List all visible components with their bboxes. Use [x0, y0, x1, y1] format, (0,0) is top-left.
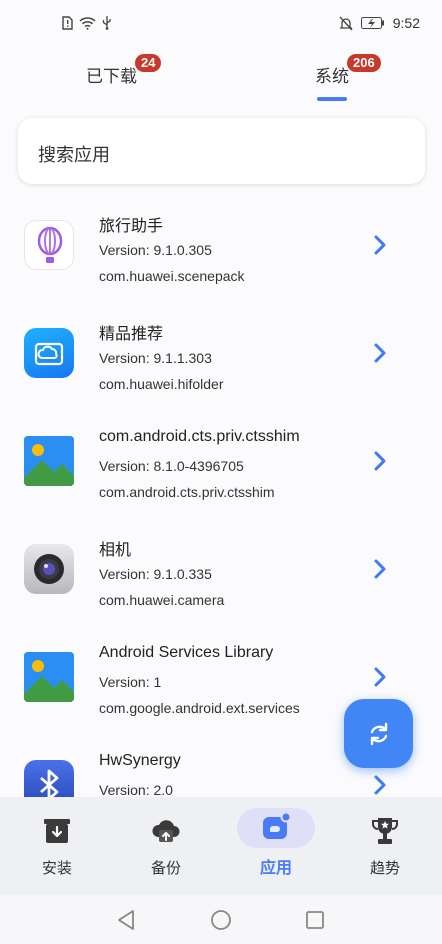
- cloud-backup-icon: [152, 820, 180, 842]
- app-name: HwSynergy: [99, 752, 181, 769]
- list-item[interactable]: 旅行助手 Version: 9.1.0.305 com.huawei.scene…: [0, 200, 442, 308]
- nav-backup[interactable]: 备份: [111, 797, 221, 895]
- nav-install[interactable]: 安装: [2, 797, 112, 895]
- trophy-icon: [372, 818, 398, 844]
- app-version: Version: 9.1.1.303: [99, 350, 212, 366]
- nav-apps[interactable]: 应用: [221, 797, 331, 895]
- tab-downloaded[interactable]: 已下载 24: [86, 54, 162, 87]
- app-package: com.huawei.camera: [99, 592, 225, 608]
- back-icon[interactable]: [116, 909, 136, 931]
- camera-icon: [24, 544, 74, 594]
- clock: 9:52: [392, 15, 420, 31]
- app-version: Version: 1: [99, 674, 162, 690]
- active-tab-indicator: [317, 97, 347, 101]
- chevron-right-icon[interactable]: [370, 234, 390, 256]
- status-bar: 9:52: [0, 0, 442, 50]
- list-item[interactable]: com.android.cts.priv.ctsshim Version: 8.…: [0, 416, 442, 524]
- app-package: com.huawei.hifolder: [99, 376, 224, 392]
- sim-alert-icon: [62, 16, 73, 30]
- app-name: 旅行助手: [99, 218, 164, 235]
- balloon-icon: [24, 220, 74, 270]
- list-item[interactable]: 精品推荐 Version: 9.1.1.303 com.huawei.hifol…: [0, 308, 442, 416]
- apps-icon: [263, 811, 292, 839]
- bluetooth-icon: [24, 760, 74, 797]
- nav-label: 趋势: [369, 860, 400, 877]
- app-version: Version: 8.1.0-4396705: [99, 458, 244, 474]
- chevron-right-icon[interactable]: [370, 558, 390, 580]
- app-version: Version: 9.1.0.305: [99, 242, 212, 258]
- count-badge: 24: [135, 54, 162, 72]
- refresh-button[interactable]: [344, 699, 413, 768]
- recents-icon[interactable]: [305, 910, 325, 930]
- app-name: 精品推荐: [99, 326, 164, 343]
- landscape-icon: [24, 652, 74, 702]
- search-placeholder: 搜索应用: [38, 145, 110, 165]
- tab-bar: 已下载 24 系统 206: [0, 52, 442, 102]
- app-name: Android Services Library: [99, 644, 274, 661]
- app-package: com.huawei.scenepack: [99, 268, 245, 284]
- cloud-folder-icon: [24, 328, 74, 378]
- chevron-right-icon[interactable]: [370, 342, 390, 364]
- app-version: Version: 9.1.0.335: [99, 566, 212, 582]
- chevron-right-icon[interactable]: [370, 450, 390, 472]
- tab-label: 已下载: [86, 67, 137, 86]
- bell-off-icon: [339, 16, 353, 31]
- chevron-right-icon[interactable]: [370, 774, 390, 796]
- app-version: Version: 2.0: [99, 782, 173, 797]
- install-icon: [44, 819, 70, 843]
- search-input[interactable]: 搜索应用: [18, 118, 425, 184]
- list-item[interactable]: 相机 Version: 9.1.0.335 com.huawei.camera: [0, 524, 442, 632]
- tab-system[interactable]: 系统 206: [315, 54, 381, 87]
- nav-label: 安装: [41, 860, 72, 877]
- refresh-icon: [370, 722, 387, 745]
- usb-icon: [102, 16, 112, 30]
- app-name: com.android.cts.priv.ctsshim: [99, 428, 300, 445]
- nav-label: 备份: [150, 860, 181, 877]
- nav-trend[interactable]: 趋势: [330, 797, 440, 895]
- home-icon[interactable]: [210, 909, 232, 931]
- app-name: 相机: [99, 542, 132, 559]
- bottom-nav: 安装 备份 应用 趋势: [0, 797, 442, 895]
- app-package: com.google.android.ext.services: [99, 700, 300, 716]
- battery-icon: [360, 17, 385, 29]
- nav-label: 应用: [259, 860, 292, 877]
- app-package: com.android.cts.priv.ctsshim: [99, 484, 275, 500]
- wifi-question-icon: [79, 16, 96, 30]
- count-badge: 206: [347, 54, 381, 72]
- tab-label: 系统: [315, 67, 349, 86]
- landscape-icon: [24, 436, 74, 486]
- system-nav-bar: [0, 895, 442, 944]
- chevron-right-icon[interactable]: [370, 666, 390, 688]
